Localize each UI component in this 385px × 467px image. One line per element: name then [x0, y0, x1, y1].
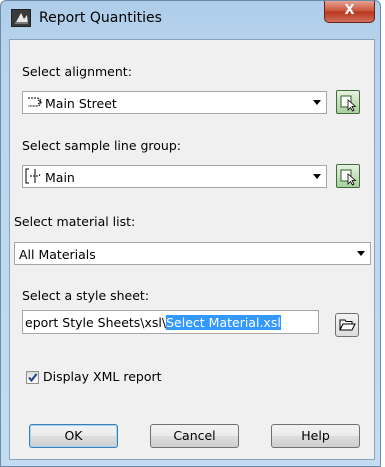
style-sheet-path-selected: Select Material.xsl — [166, 315, 281, 330]
style-sheet-path: eport Style Sheets\xsl\Select Material.x… — [25, 315, 281, 330]
sample-line-group-value: Main — [45, 170, 75, 185]
sample-line-group-combo[interactable]: Main — [22, 165, 327, 188]
alignment-value: Main Street — [45, 96, 117, 111]
alignment-combo[interactable]: Main Street — [22, 91, 327, 114]
dropdown-arrow-icon[interactable] — [353, 243, 370, 264]
check-icon — [28, 373, 38, 383]
folder-icon — [339, 319, 356, 331]
style-sheet-label: Select a style sheet: — [22, 288, 150, 303]
sample-line-icon — [25, 168, 43, 187]
dialog-window: Report Quantities X Select alignment: Ma… — [0, 0, 381, 467]
pick-alignment-button[interactable] — [336, 90, 360, 114]
pick-icon — [340, 169, 357, 186]
style-sheet-path-prefix: eport Style Sheets\xsl\ — [25, 315, 167, 330]
pick-sample-line-group-button[interactable] — [336, 164, 360, 188]
title-bar[interactable]: Report Quantities X — [1, 1, 380, 39]
dropdown-arrow-icon[interactable] — [309, 92, 326, 113]
material-list-label: Select material list: — [14, 214, 136, 229]
cancel-button[interactable]: Cancel — [150, 424, 239, 448]
help-button[interactable]: Help — [271, 424, 360, 448]
pick-icon — [340, 95, 357, 112]
display-xml-checkbox[interactable] — [26, 371, 39, 384]
alignment-label: Select alignment: — [22, 64, 132, 79]
close-button[interactable]: X — [324, 1, 375, 23]
browse-style-sheet-button[interactable] — [335, 313, 359, 337]
window-title: Report Quantities — [39, 10, 162, 26]
material-list-value: All Materials — [19, 247, 96, 262]
display-xml-label[interactable]: Display XML report — [43, 369, 162, 384]
material-list-combo[interactable]: All Materials — [14, 242, 371, 265]
sample-line-group-label: Select sample line group: — [22, 138, 182, 153]
style-sheet-input[interactable]: eport Style Sheets\xsl\Select Material.x… — [22, 310, 319, 334]
dialog-body: Select alignment: Main Street Select sam… — [9, 39, 375, 460]
alignment-icon — [27, 95, 45, 112]
app-icon — [11, 9, 31, 27]
ok-button[interactable]: OK — [29, 424, 118, 448]
dropdown-arrow-icon[interactable] — [309, 166, 326, 187]
close-icon: X — [344, 3, 355, 18]
